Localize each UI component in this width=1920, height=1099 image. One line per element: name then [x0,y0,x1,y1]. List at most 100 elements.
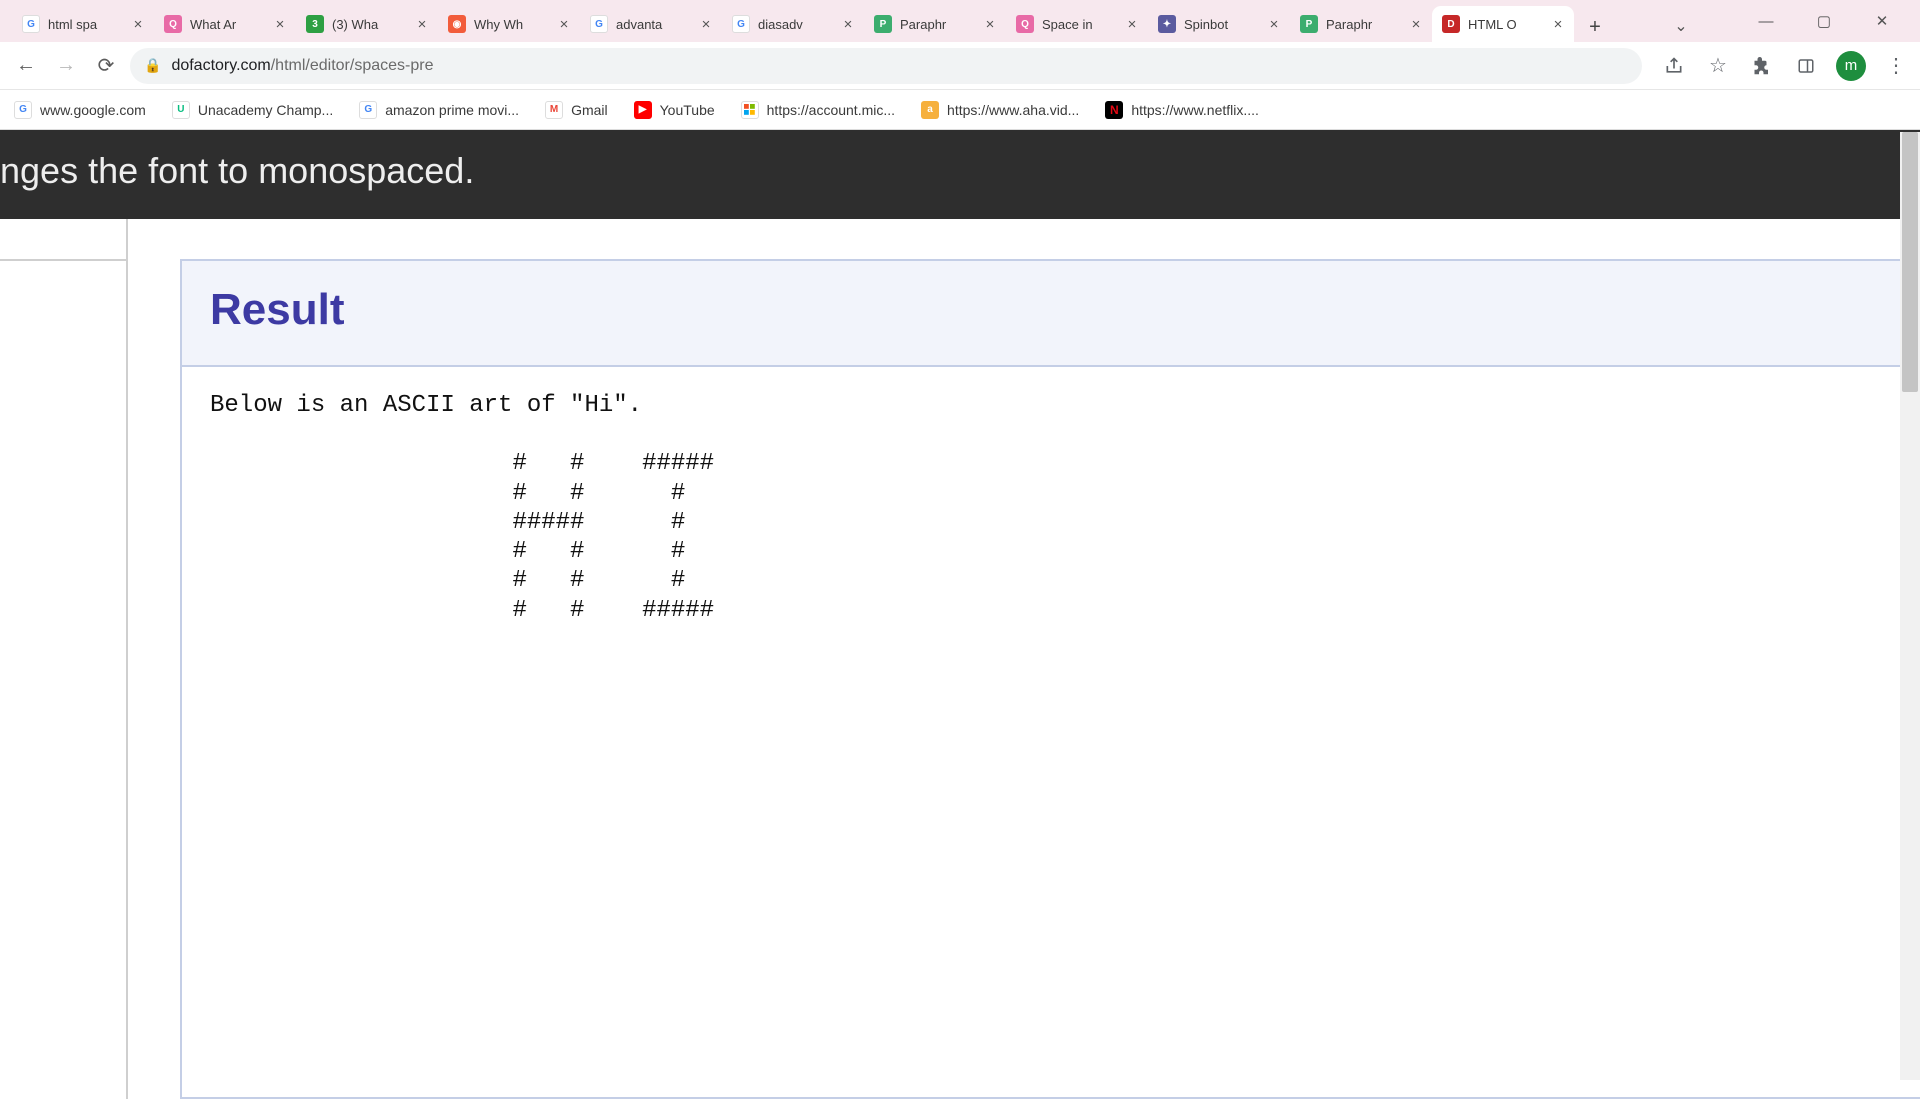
close-icon[interactable]: × [1550,16,1566,32]
scrollbar-thumb[interactable] [1902,132,1918,392]
tab-label: Why Wh [474,17,548,32]
paraphraser-icon: P [874,15,892,33]
close-icon[interactable]: × [1408,16,1424,32]
dofactory-icon: D [1442,15,1460,33]
address-bar[interactable]: 🔒 dofactory.com/html/editor/spaces-pre [130,48,1642,84]
forward-button[interactable]: → [50,50,82,82]
youtube-icon: ▶ [634,101,652,119]
url-authority: dofactory.com [171,57,270,74]
bookmark-netflix[interactable]: N https://www.netflix.... [1105,101,1259,119]
window-controls: ― ▢ ✕ [1716,6,1920,42]
close-icon[interactable]: × [1124,16,1140,32]
tab-6[interactable]: G diasadv × [722,6,864,42]
profile-avatar[interactable]: m [1836,51,1866,81]
spinbot-icon: ✦ [1158,15,1176,33]
page-description-strip: nges the font to monospaced. [0,130,1920,219]
bookmark-label: YouTube [660,102,715,118]
editor-panel-edge [0,219,128,1099]
close-icon[interactable]: × [982,16,998,32]
result-title: Result [210,285,1892,335]
bookmark-unacademy[interactable]: U Unacademy Champ... [172,101,333,119]
bookmark-star-icon[interactable]: ☆ [1704,52,1732,80]
google-icon: G [14,101,32,119]
close-icon[interactable]: × [1266,16,1282,32]
extensions-icon[interactable] [1748,52,1776,80]
vertical-scrollbar[interactable] [1900,132,1920,1080]
maximize-button[interactable]: ▢ [1804,6,1844,36]
aha-icon: a [921,101,939,119]
google-icon: G [590,15,608,33]
tab-label: Paraphr [900,17,974,32]
bookmark-label: https://www.netflix.... [1131,102,1259,118]
gmail-icon: M [545,101,563,119]
tab-label: html spa [48,17,122,32]
bookmark-youtube[interactable]: ▶ YouTube [634,101,715,119]
result-panel: Result Below is an ASCII art of "Hi". # … [180,259,1920,1099]
bookmark-aha[interactable]: a https://www.aha.vid... [921,101,1079,119]
tab-10[interactable]: P Paraphr × [1290,6,1432,42]
tab-11-active[interactable]: D HTML O × [1432,6,1574,42]
minimize-button[interactable]: ― [1746,6,1786,36]
tab-1[interactable]: G html spa × [12,6,154,42]
netflix-icon: N [1105,101,1123,119]
menu-icon[interactable]: ⋮ [1882,52,1910,80]
url-path: /html/editor/spaces-pre [271,57,434,74]
tab-9[interactable]: ✦ Spinbot × [1148,6,1290,42]
close-icon[interactable]: × [840,16,856,32]
unacademy-icon: U [172,101,190,119]
tab-label: Space in [1042,17,1116,32]
tab-4[interactable]: ◉ Why Wh × [438,6,580,42]
bookmark-label: https://account.mic... [767,102,895,118]
microsoft-icon [741,101,759,119]
close-icon[interactable]: × [272,16,288,32]
close-icon[interactable]: × [414,16,430,32]
tab-3[interactable]: 3 (3) Wha × [296,6,438,42]
tab-search-button[interactable]: ⌄ [1666,16,1696,36]
description-text: nges the font to monospaced. [0,150,474,191]
close-icon[interactable]: × [698,16,714,32]
tab-label: (3) Wha [332,17,406,32]
side-panel-icon[interactable] [1792,52,1820,80]
tab-strip: G html spa × Q What Ar × 3 (3) Wha × ◉ W… [12,0,1646,42]
tab-5[interactable]: G advanta × [580,6,722,42]
bookmark-gmail[interactable]: M Gmail [545,101,608,119]
google-icon: G [732,15,750,33]
reload-button[interactable]: ⟳ [90,50,122,82]
tab-7[interactable]: P Paraphr × [864,6,1006,42]
tab-2[interactable]: Q What Ar × [154,6,296,42]
result-header: Result [182,261,1920,367]
toolbar-right: ☆ m ⋮ [1650,51,1910,81]
tab-label: Paraphr [1326,17,1400,32]
bookmark-label: amazon prime movi... [385,102,519,118]
tab-8[interactable]: Q Space in × [1006,6,1148,42]
browser-titlebar: G html spa × Q What Ar × 3 (3) Wha × ◉ W… [0,0,1920,42]
bookmark-label: https://www.aha.vid... [947,102,1079,118]
close-icon[interactable]: × [556,16,572,32]
tab-label: Spinbot [1184,17,1258,32]
bookmarks-bar: G www.google.com U Unacademy Champ... G … [0,90,1920,130]
avatar-initial: m [1845,57,1858,74]
paraphraser-icon: P [1300,15,1318,33]
tab-label: advanta [616,17,690,32]
share-icon[interactable] [1660,52,1688,80]
quillbot-icon: Q [1016,15,1034,33]
bookmark-google[interactable]: G www.google.com [14,101,146,119]
tab-label: What Ar [190,17,264,32]
tab-label: diasadv [758,17,832,32]
new-tab-button[interactable]: + [1580,12,1610,42]
close-window-button[interactable]: ✕ [1862,6,1902,36]
quillbot-icon: Q [164,15,182,33]
bookmark-label: Unacademy Champ... [198,102,333,118]
bookmark-label: Gmail [571,102,608,118]
close-icon[interactable]: × [130,16,146,32]
bookmark-label: www.google.com [40,102,146,118]
bookmark-microsoft[interactable]: https://account.mic... [741,101,895,119]
back-button[interactable]: ← [10,50,42,82]
google-icon: G [22,15,40,33]
bookmark-amazon-prime[interactable]: G amazon prime movi... [359,101,519,119]
orange-circle-icon: ◉ [448,15,466,33]
lock-icon: 🔒 [144,57,161,74]
result-pre-output: Below is an ASCII art of "Hi". # # #####… [182,367,1920,625]
toolbar: ← → ⟳ 🔒 dofactory.com/html/editor/spaces… [0,42,1920,90]
tab-label: HTML O [1468,17,1542,32]
